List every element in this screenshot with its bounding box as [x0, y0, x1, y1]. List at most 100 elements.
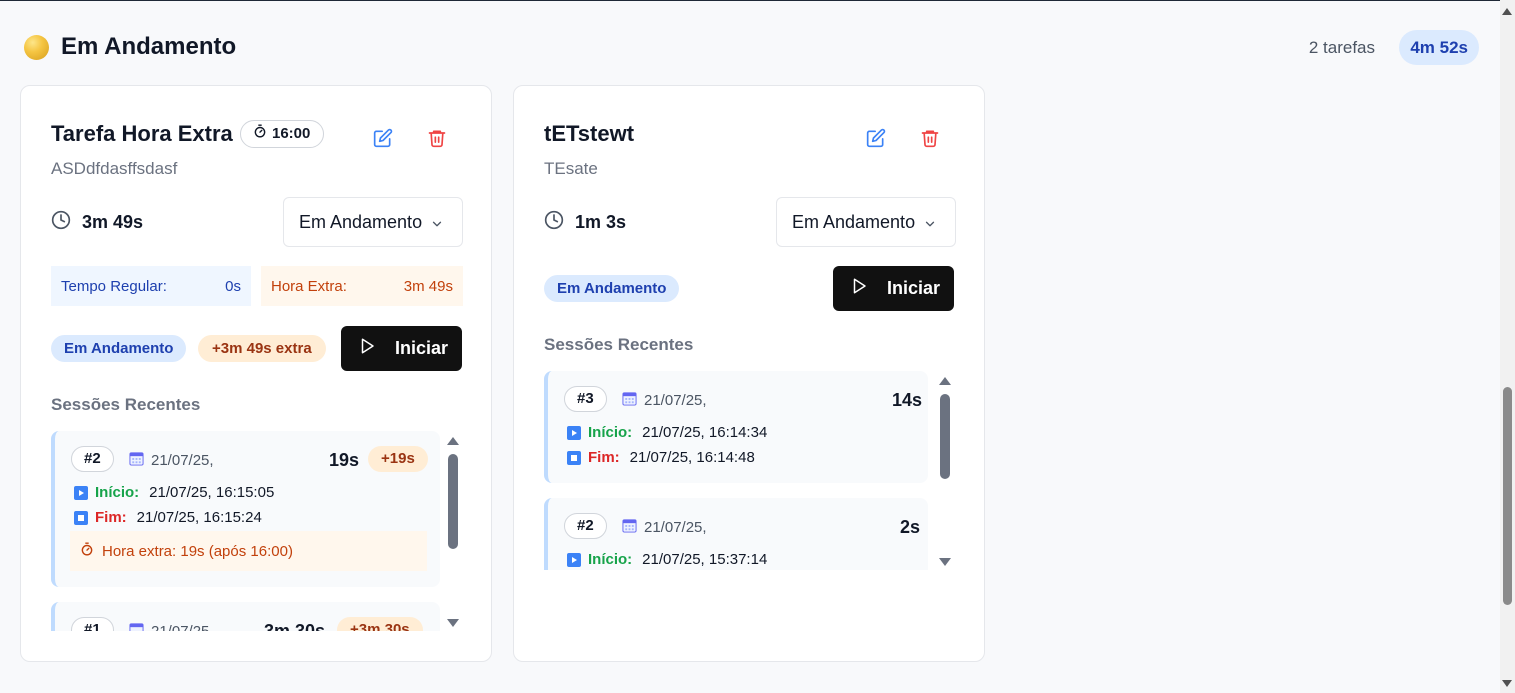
task-description: TEsate: [544, 159, 598, 178]
overtime-value: 3m 49s: [403, 277, 453, 295]
session-date: 21/07/25,: [129, 451, 214, 470]
scroll-thumb[interactable]: [940, 394, 950, 479]
overtime-label: Hora Extra:: [271, 277, 347, 295]
page-scroll-up-arrow[interactable]: [1502, 8, 1512, 15]
task-card: tETstewt TEsate 1m 3s Em Andamento Em An…: [513, 85, 985, 662]
status-select[interactable]: Em Andamento: [283, 197, 463, 247]
chevron-down-icon: [430, 215, 444, 236]
status-badge: Em Andamento: [51, 335, 187, 362]
session-start-label: Início:: [588, 424, 633, 441]
sessions-list[interactable]: #2 21/07/25, 19s +19s Início: 21/07/25, …: [51, 431, 461, 631]
start-button[interactable]: Iniciar: [341, 326, 462, 371]
session-item: #2 21/07/25, 2s Início: 21/07/25, 15:37:…: [544, 498, 928, 570]
delete-button[interactable]: [426, 129, 448, 151]
session-date: 21/07/25,: [622, 391, 707, 410]
elapsed-value: 1m 3s: [575, 212, 627, 232]
session-extra-badge: +19s: [368, 446, 428, 472]
overtime-note: Hora extra: 19s (após 16:00): [70, 531, 427, 571]
session-number: #3: [564, 386, 607, 412]
stop-square-icon: [567, 450, 581, 465]
session-end-time: 21/07/25, 16:14:48: [629, 449, 755, 466]
scroll-thumb[interactable]: [448, 454, 458, 549]
play-square-icon: [74, 485, 88, 500]
session-item: #1 21/07/25, 3m 30s +3m 30s: [51, 602, 440, 631]
play-icon: [358, 337, 376, 360]
deadline-badge: 16:00: [240, 120, 325, 148]
top-divider: [0, 0, 1500, 1]
play-square-icon: [567, 425, 581, 440]
timer-icon: [80, 542, 94, 560]
session-start-label: Início:: [95, 484, 140, 501]
regular-time-label: Tempo Regular:: [61, 277, 167, 295]
start-button-label: Iniciar: [887, 278, 941, 298]
session-number: #2: [71, 446, 114, 472]
section-title: Em Andamento: [61, 33, 237, 60]
session-item: #2 21/07/25, 19s +19s Início: 21/07/25, …: [51, 431, 440, 587]
calendar-icon: [622, 391, 637, 410]
start-button[interactable]: Iniciar: [833, 266, 954, 311]
regular-time-value: 0s: [225, 277, 241, 295]
edit-button[interactable]: [865, 128, 887, 153]
session-duration: 19s: [329, 450, 360, 470]
task-card: Tarefa Hora Extra 16:00 ASDdfdasffsdasf …: [20, 85, 492, 662]
deadline-time: 16:00: [272, 125, 311, 142]
scroll-up-arrow[interactable]: [447, 437, 459, 445]
session-start-label: Início:: [588, 551, 633, 568]
sessions-scrollbar[interactable]: [445, 437, 461, 627]
session-duration: 3m 30s: [264, 621, 326, 631]
task-description: ASDdfdasffsdasf: [51, 159, 178, 178]
elapsed-time: 1m 3s: [544, 210, 626, 235]
session-item: #3 21/07/25, 14s Início: 21/07/25, 16:14…: [544, 371, 928, 483]
trash-icon: [920, 128, 940, 153]
sessions-list[interactable]: #3 21/07/25, 14s Início: 21/07/25, 16:14…: [544, 371, 936, 570]
session-end-label: Fim:: [95, 509, 127, 526]
edit-icon: [373, 128, 393, 153]
session-duration: 2s: [900, 517, 921, 537]
status-select-value: Em Andamento: [792, 211, 916, 232]
delete-button[interactable]: [919, 129, 941, 151]
task-title: tETstewt: [544, 121, 635, 146]
sessions-heading: Sessões Recentes: [51, 395, 201, 414]
session-date-text: 21/07/25,: [644, 392, 707, 409]
session-date: 21/07/25,: [622, 518, 707, 537]
scroll-up-arrow[interactable]: [939, 377, 951, 385]
session-start-time: 21/07/25, 15:37:14: [642, 551, 768, 568]
session-end-label: Fim:: [588, 449, 620, 466]
session-date: 21/07/25,: [129, 622, 214, 631]
scroll-down-arrow[interactable]: [447, 619, 459, 627]
calendar-icon: [129, 622, 144, 631]
page-scroll-thumb[interactable]: [1503, 387, 1512, 605]
trash-icon: [427, 128, 447, 153]
session-start: Início: 21/07/25, 16:15:05: [74, 484, 274, 501]
section-header: Em Andamento 2 tarefas 4m 52s: [24, 30, 1479, 66]
chevron-down-icon: [923, 215, 937, 236]
session-number: #2: [564, 513, 607, 539]
play-icon: [850, 277, 868, 300]
status-select[interactable]: Em Andamento: [776, 197, 956, 247]
timer-icon: [253, 121, 267, 147]
overtime-box: Hora Extra: 3m 49s: [261, 266, 463, 306]
session-extra-badge: +3m 30s: [337, 617, 423, 631]
session-end: Fim: 21/07/25, 16:15:24: [74, 509, 262, 526]
calendar-icon: [129, 451, 144, 470]
elapsed-time: 3m 49s: [51, 210, 143, 235]
edit-icon: [866, 128, 886, 153]
page-scrollbar[interactable]: [1500, 0, 1515, 693]
sessions-heading: Sessões Recentes: [544, 335, 694, 354]
status-badge: Em Andamento: [544, 275, 680, 302]
clock-icon: [51, 210, 71, 235]
stop-square-icon: [74, 510, 88, 525]
session-start: Início: 21/07/25, 16:14:34: [567, 424, 767, 441]
session-number: #1: [71, 617, 114, 631]
elapsed-value: 3m 49s: [82, 212, 144, 232]
extra-time-badge: +3m 49s extra: [198, 335, 326, 362]
edit-button[interactable]: [372, 128, 394, 153]
session-date-text: 21/07/25,: [151, 623, 214, 631]
status-dot-icon: [24, 35, 49, 60]
sessions-scrollbar[interactable]: [937, 377, 953, 566]
clock-icon: [544, 210, 564, 235]
scroll-down-arrow[interactable]: [939, 558, 951, 566]
page-scroll-down-arrow[interactable]: [1502, 680, 1512, 687]
session-start-time: 21/07/25, 16:14:34: [642, 424, 768, 441]
session-duration: 14s: [892, 390, 923, 410]
